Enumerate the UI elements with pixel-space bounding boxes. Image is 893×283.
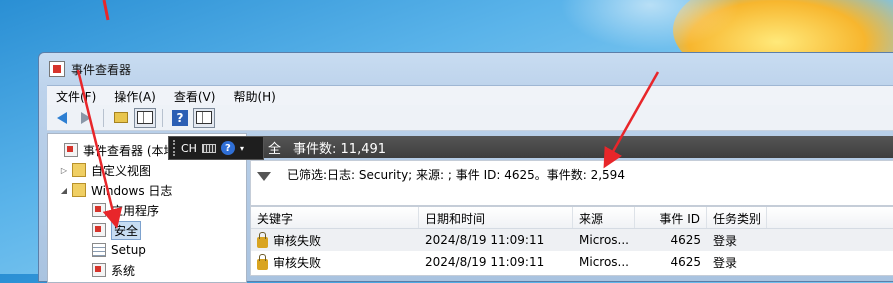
sheet-icon (92, 243, 106, 257)
tree-item-label: 自定义视图 (91, 163, 152, 178)
event-count: 事件数: 11,491 (293, 141, 387, 157)
tree-item-root[interactable]: 事件查看器 (本地 (50, 140, 176, 160)
keyword-text: 审核失败 (273, 233, 322, 248)
toolbar: ? (47, 105, 893, 131)
cell-source: Micros... (579, 233, 629, 247)
table-header: 关键字 日期和时间 来源 事件 ID 任务类别 (251, 207, 893, 229)
forward-arrow-icon (81, 111, 91, 124)
cell-datetime: 2024/8/19 11:09:11 (425, 233, 545, 247)
log-icon (92, 203, 106, 217)
tree-item-setup[interactable]: Setup (78, 240, 146, 260)
menu-action[interactable]: 操作(A) (105, 86, 165, 105)
cell-keyword: 审核失败 (251, 253, 419, 271)
toolbar-separator (162, 108, 163, 127)
tree-item-custom-views[interactable]: ▷ 自定义视图 (58, 160, 151, 180)
collapse-arrow-icon[interactable]: ◢ (58, 186, 70, 195)
filter-bar: 已筛选:日志: Security; 来源: ; 事件 ID: 4625。事件数:… (250, 160, 893, 206)
folder-icon (72, 163, 86, 177)
filter-icon (257, 171, 271, 181)
cell-event-id: 4625 (670, 255, 701, 269)
forward-button[interactable] (75, 108, 97, 128)
toolbar-separator (103, 108, 104, 127)
lock-icon (257, 231, 268, 248)
annotation-arrow-top (102, 0, 110, 21)
tree-item-label: 事件查看器 (本地 (83, 143, 176, 158)
log-header: 全 事件数: 11,491 (250, 136, 893, 158)
folder-up-icon (114, 112, 128, 123)
column-source[interactable]: 来源 (573, 207, 635, 228)
cell-task-category: 登录 (713, 233, 738, 248)
menu-view[interactable]: 查看(V) (165, 86, 225, 105)
show-hide-tree-button[interactable] (134, 107, 156, 128)
event-viewer-icon (64, 143, 78, 157)
show-hide-action-pane-button[interactable] (193, 107, 215, 128)
cell-task-category: 登录 (713, 255, 738, 270)
cell-datetime: 2024/8/19 11:09:11 (425, 255, 545, 269)
back-button[interactable] (51, 108, 73, 128)
column-keywords[interactable]: 关键字 (251, 207, 419, 228)
tree-item-label: 安全 (111, 220, 142, 240)
up-folder-button[interactable] (110, 108, 132, 128)
lock-icon (257, 253, 268, 270)
tree-item-windows-logs[interactable]: ◢ Windows 日志 (58, 180, 172, 200)
events-table: 关键字 日期和时间 来源 事件 ID 任务类别 审核失败 2024/8/19 1… (250, 206, 893, 276)
tree-item-label: 系统 (111, 263, 136, 278)
table-row[interactable]: 审核失败 2024/8/19 11:09:11 Micros... 4625 登… (251, 229, 893, 251)
table-row[interactable]: 审核失败 2024/8/19 11:09:11 Micros... 4625 登… (251, 251, 893, 273)
event-viewer-icon (49, 61, 65, 77)
back-arrow-icon (57, 111, 67, 124)
cell-source: Micros... (579, 255, 629, 269)
help-icon: ? (172, 109, 188, 126)
tree-item-system[interactable]: 系统 (78, 260, 135, 280)
action-pane-icon (196, 111, 212, 124)
ime-language-label[interactable]: CH (181, 142, 197, 155)
column-task-category[interactable]: 任务类别 (707, 207, 767, 228)
menu-bar: 文件(F) 操作(A) 查看(V) 帮助(H) (47, 85, 893, 105)
keyword-text: 审核失败 (273, 255, 322, 270)
cell-event-id: 4625 (670, 233, 701, 247)
menu-file[interactable]: 文件(F) (47, 86, 105, 105)
tree-item-security[interactable]: 安全 (78, 220, 142, 240)
ime-language-bar[interactable]: CH ? ▾ (168, 136, 264, 160)
help-button[interactable]: ? (169, 108, 191, 128)
keyboard-icon[interactable] (201, 143, 216, 153)
window-title: 事件查看器 (71, 62, 132, 77)
ime-help-icon[interactable]: ? (220, 141, 235, 155)
tree-item-label: 应用程序 (111, 203, 160, 218)
cell-keyword: 审核失败 (251, 231, 419, 249)
expand-arrow-icon[interactable]: ▷ (58, 166, 70, 175)
column-event-id[interactable]: 事件 ID (635, 207, 707, 228)
log-name: 全 (268, 141, 282, 157)
tree-item-label: Setup (111, 243, 146, 257)
ime-options-icon[interactable]: ▾ (240, 144, 244, 153)
menu-help[interactable]: 帮助(H) (224, 86, 284, 105)
drag-handle-icon[interactable] (173, 140, 176, 156)
console-tree-icon (137, 111, 153, 124)
tree-item-label: Windows 日志 (91, 183, 173, 198)
tree-item-application[interactable]: 应用程序 (78, 200, 159, 220)
filter-description: 已筛选:日志: Security; 来源: ; 事件 ID: 4625。事件数:… (287, 167, 625, 182)
log-icon (92, 263, 106, 277)
title-bar[interactable]: 事件查看器 (39, 53, 893, 85)
folder-icon (72, 183, 86, 197)
column-datetime[interactable]: 日期和时间 (419, 207, 573, 228)
log-icon (92, 223, 106, 237)
